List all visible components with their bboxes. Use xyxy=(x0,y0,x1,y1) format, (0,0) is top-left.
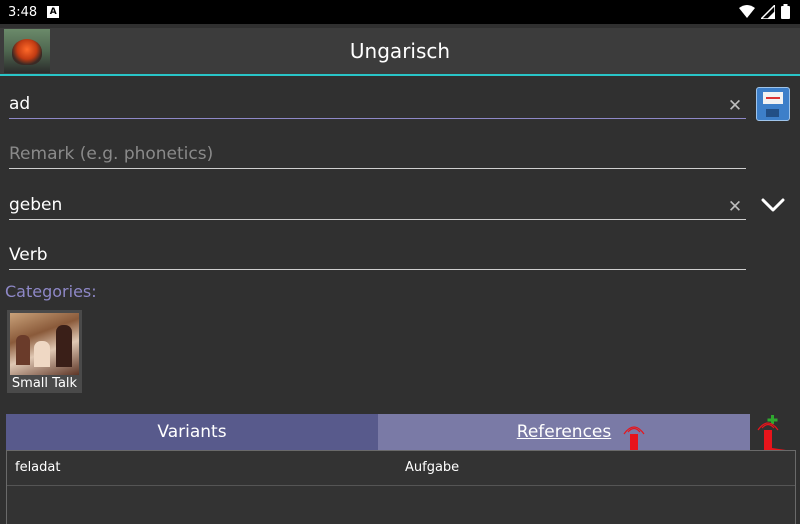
tab-references[interactable]: References xyxy=(378,414,750,450)
category-photo xyxy=(10,313,79,375)
tab-variants[interactable]: Variants xyxy=(6,414,378,450)
reference-target: Aufgabe xyxy=(405,460,460,475)
remark-field[interactable]: Remark (e.g. phonetics) xyxy=(9,136,746,169)
status-icons xyxy=(739,4,790,19)
clear-icon[interactable]: ✕ xyxy=(726,97,744,115)
wifi-icon xyxy=(739,4,755,18)
word-value: ad xyxy=(9,94,31,114)
translation-field[interactable]: geben ✕ xyxy=(9,187,746,220)
reference-source: feladat xyxy=(15,460,61,475)
notification-icon: A xyxy=(47,6,60,18)
references-table: feladat Aufgabe xyxy=(6,450,796,524)
translation-value: geben xyxy=(9,195,63,215)
word-type-field[interactable]: Verb xyxy=(9,237,746,270)
save-icon xyxy=(763,92,783,104)
signal-icon xyxy=(761,4,775,19)
table-row[interactable]: feladat Aufgabe xyxy=(7,451,795,486)
word-field[interactable]: ad ✕ xyxy=(9,86,746,119)
battery-icon xyxy=(781,4,790,19)
app-bar: Ungarisch xyxy=(0,28,800,76)
remark-placeholder: Remark (e.g. phonetics) xyxy=(9,144,214,164)
page-title: Ungarisch xyxy=(349,39,451,63)
status-time: 3:48 xyxy=(8,4,38,20)
chevron-down-icon[interactable] xyxy=(761,193,785,217)
word-type-value: Verb xyxy=(9,245,48,265)
category-name: Small Talk xyxy=(11,376,78,391)
clear-icon[interactable]: ✕ xyxy=(726,198,744,216)
save-button[interactable] xyxy=(756,87,790,121)
status-bar: 3:48 A xyxy=(0,0,800,24)
category-item[interactable]: Small Talk xyxy=(7,310,82,393)
categories-label: Categories: xyxy=(5,282,97,301)
